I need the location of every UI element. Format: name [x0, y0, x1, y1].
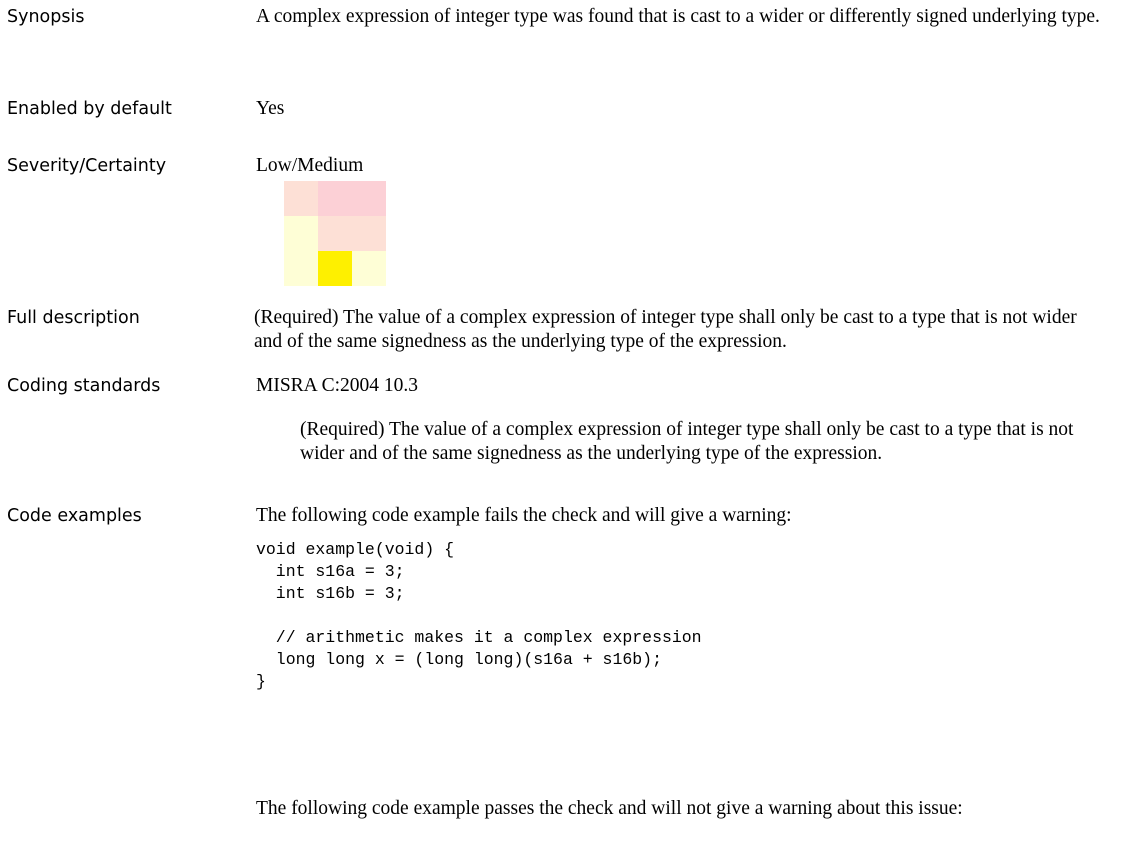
severity-certainty-matrix [284, 181, 386, 286]
coding-standard-text: (Required) The value of a complex expres… [300, 419, 1074, 464]
full-description-text: (Required) The value of a complex expres… [254, 307, 1077, 352]
synopsis-label: Synopsis [7, 7, 85, 27]
enabled-label: Enabled by default [7, 99, 172, 119]
matrix-cell [352, 181, 386, 216]
matrix-cell [318, 181, 352, 216]
code-example-pass-intro: The following code example passes the ch… [256, 798, 963, 819]
matrix-cell [284, 181, 318, 216]
coding-standard-name: MISRA C:2004 10.3 [256, 375, 418, 396]
enabled-value: Yes [256, 98, 285, 119]
code-examples-label: Code examples [7, 506, 142, 526]
matrix-cell [284, 216, 318, 251]
matrix-cell [318, 216, 352, 251]
matrix-cell [352, 216, 386, 251]
code-example-fail-intro: The following code example fails the che… [256, 505, 792, 526]
matrix-cell-selected [318, 251, 352, 286]
full-description-label: Full description [7, 308, 140, 328]
severity-label: Severity/Certainty [7, 156, 167, 176]
severity-value: Low/Medium [256, 155, 364, 176]
code-example-fail: void example(void) { int s16a = 3; int s… [256, 540, 702, 691]
matrix-cell [352, 251, 386, 286]
matrix-cell [284, 251, 318, 286]
synopsis-text: A complex expression of integer type was… [256, 6, 1100, 27]
coding-standards-label: Coding standards [7, 376, 161, 396]
